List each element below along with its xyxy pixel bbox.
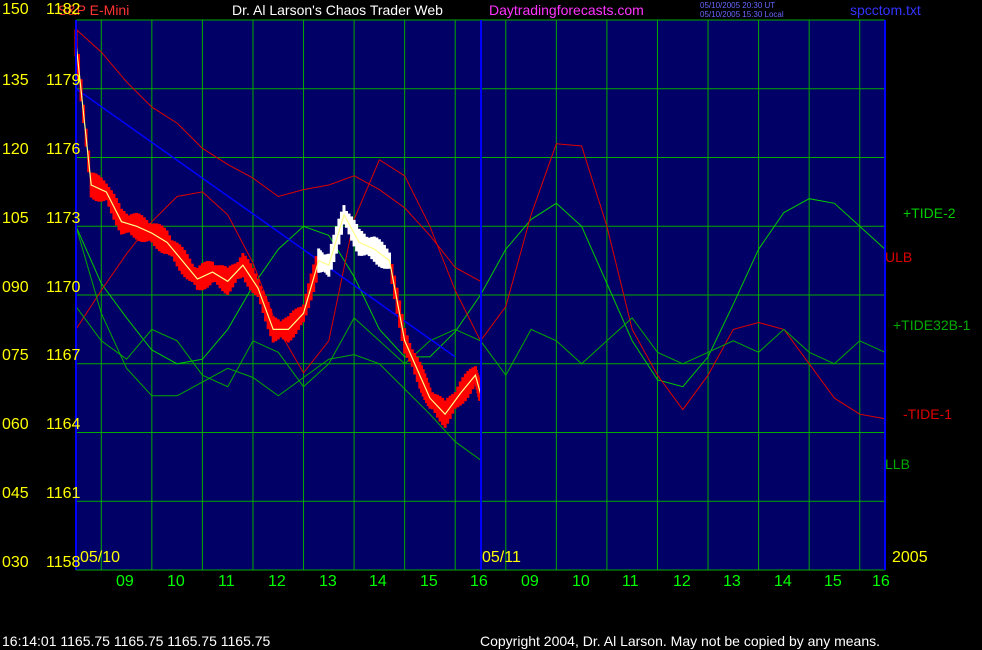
- y-tick-left: 120: [2, 141, 29, 158]
- y-tick-right: 1161: [46, 485, 81, 502]
- chart-window: S&P E-Mini Dr. Al Larson's Chaos Trader …: [0, 0, 982, 650]
- utc-time-label: 05/10/2005 20:30 UT: [700, 1, 776, 10]
- y-tick-right: 1173: [46, 210, 81, 227]
- x-tick-label: 12: [673, 573, 691, 590]
- y-tick-left: 090: [2, 279, 29, 296]
- x-tick-label: 14: [774, 573, 792, 590]
- y-tick-left: 075: [2, 347, 29, 364]
- y-tick-left: 135: [2, 72, 29, 89]
- website-link[interactable]: Daytradingforecasts.com: [489, 2, 644, 18]
- y-tick-left: 150: [2, 1, 29, 18]
- x-tick-label: 11: [622, 573, 639, 590]
- date-label-day1: 05/10: [80, 549, 121, 566]
- x-tick-label: 16: [872, 573, 890, 590]
- x-tick-label: 10: [167, 573, 185, 590]
- y-tick-left: 045: [2, 485, 29, 502]
- quote-readout: 16:14:01 1165.75 1165.75 1165.75 1165.75: [2, 633, 271, 649]
- y-tick-right: 1170: [46, 279, 81, 296]
- legend-ulb: ULB: [885, 249, 913, 265]
- legend-llb: LLB: [885, 456, 910, 472]
- x-tick-label: 15: [824, 573, 842, 590]
- filename-label: spcctom.txt: [850, 2, 921, 18]
- chart-title: Dr. Al Larson's Chaos Trader Web: [232, 2, 443, 18]
- y-tick-right: 1179: [46, 72, 81, 89]
- year-label: 2005: [892, 549, 928, 566]
- date-label-day2: 05/11: [482, 549, 521, 566]
- legend-tide-2: +TIDE-2: [903, 205, 956, 221]
- y-tick-right: 1158: [46, 554, 81, 571]
- legend-tide-1: -TIDE-1: [903, 406, 952, 422]
- x-tick-label: 13: [723, 573, 741, 590]
- x-tick-label: 14: [369, 573, 387, 590]
- x-tick-label: 16: [470, 573, 488, 590]
- y-tick-right: 1164: [46, 416, 81, 433]
- y-tick-left: 030: [2, 554, 29, 571]
- x-tick-label: 11: [218, 573, 235, 590]
- x-tick-label: 15: [420, 573, 438, 590]
- x-tick-label: 12: [268, 573, 286, 590]
- x-tick-label: 09: [521, 573, 539, 590]
- y-tick-left: 060: [2, 416, 29, 433]
- local-time-label: 05/10/2005 15:30 Local: [700, 10, 784, 19]
- y-tick-right: 1176: [46, 141, 81, 158]
- x-tick-label: 13: [319, 573, 337, 590]
- x-tick-label: 09: [116, 573, 134, 590]
- y-tick-right: 1182: [46, 1, 81, 18]
- y-tick-right: 1167: [46, 347, 81, 364]
- copyright-text: Copyright 2004, Dr. Al Larson. May not b…: [480, 633, 881, 649]
- y-tick-left: 105: [2, 210, 29, 227]
- legend-tide32b-1: +TIDE32B-1: [893, 317, 971, 333]
- x-tick-label: 10: [572, 573, 590, 590]
